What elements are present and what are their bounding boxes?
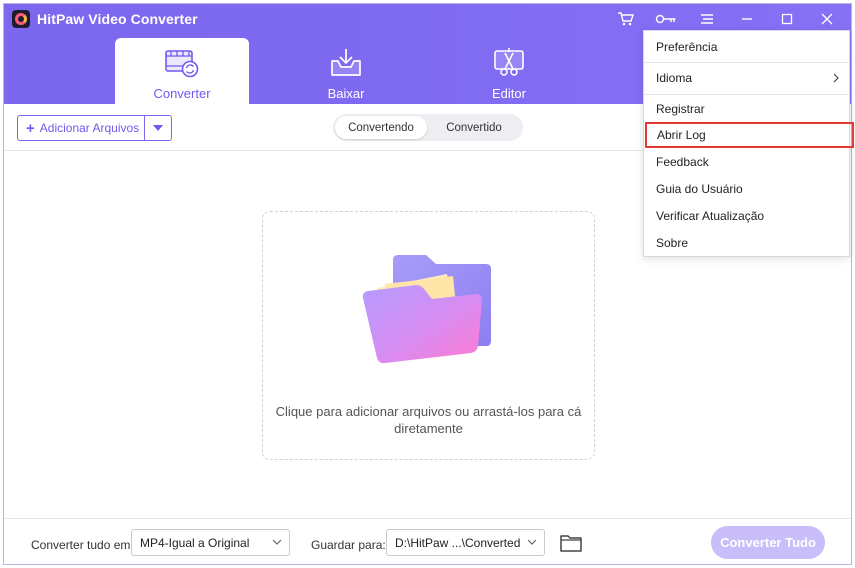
menu-item-label: Feedback (656, 155, 709, 169)
chevron-down-icon (527, 539, 537, 545)
menu-item-label: Abrir Log (657, 128, 706, 142)
menu-item-sobre[interactable]: Sobre (644, 230, 849, 256)
menu-item-label: Sobre (656, 236, 689, 250)
cart-icon[interactable] (615, 9, 637, 29)
drop-zone-text-line1: Clique para adicionar arquivos ou arrast… (275, 404, 582, 419)
film-convert-icon (164, 47, 200, 81)
maximize-icon[interactable] (776, 9, 798, 29)
menu-divider (644, 94, 849, 95)
menu-item-preferencia[interactable]: Preferência (644, 34, 849, 60)
chevron-right-icon (833, 73, 839, 83)
output-path-select[interactable]: D:\HitPaw ...\Converted (386, 529, 545, 556)
menu-item-label: Guia do Usuário (656, 182, 743, 196)
add-files-label: Adicionar Arquivos (39, 121, 140, 135)
output-path-value: D:\HitPaw ...\Converted (395, 535, 521, 550)
tab-convertido[interactable]: Convertido (427, 116, 521, 139)
menu-item-verificar-atualizacao[interactable]: Verificar Atualização (644, 203, 849, 229)
folder-illustration-icon (362, 255, 491, 364)
output-format-value: MP4-Igual a Original (140, 535, 250, 550)
add-files-button-group: + Adicionar Arquivos (17, 115, 172, 141)
tab-baixar-label: Baixar (327, 86, 365, 101)
bottom-bar: Converter tudo em: MP4-Igual a Original … (4, 518, 851, 564)
drop-zone-text: Clique para adicionar arquivos ou arrast… (263, 403, 594, 437)
menu-item-abrir-log[interactable]: Abrir Log (645, 122, 854, 148)
save-to-label: Guardar para: (311, 538, 386, 552)
app-title: HitPaw Video Converter (37, 11, 198, 27)
output-format-select[interactable]: MP4-Igual a Original (131, 529, 290, 556)
file-drop-zone[interactable]: Clique para adicionar arquivos ou arrast… (262, 211, 595, 460)
close-icon[interactable] (816, 9, 838, 29)
add-files-button[interactable]: + Adicionar Arquivos (18, 116, 145, 140)
menu-item-feedback[interactable]: Feedback (644, 149, 849, 175)
caret-down-icon (153, 125, 163, 131)
add-files-dropdown-button[interactable] (145, 116, 171, 140)
menu-item-label: Idioma (656, 71, 693, 85)
chevron-down-icon (272, 539, 282, 545)
convert-all-to-label: Converter tudo em: (31, 538, 134, 552)
tab-baixar[interactable]: Baixar (279, 38, 413, 104)
tab-converter[interactable]: Converter (115, 38, 249, 104)
drop-zone-text-line2: diretamente (394, 421, 463, 436)
menu-item-label: Preferência (656, 40, 718, 54)
tab-editor[interactable]: Editor (442, 38, 576, 104)
menu-divider (644, 62, 849, 63)
menu-icon[interactable] (696, 9, 718, 29)
tab-converter-label: Converter (153, 86, 211, 101)
menu-item-label: Verificar Atualização (656, 209, 765, 223)
convert-all-button[interactable]: Converter Tudo (711, 526, 825, 559)
download-tray-icon (329, 47, 363, 81)
tab-convertendo[interactable]: Convertendo (335, 116, 427, 139)
scissors-edit-icon (492, 47, 526, 81)
minimize-icon[interactable] (736, 9, 758, 29)
open-folder-icon[interactable] (559, 533, 583, 553)
menu-item-registrar[interactable]: Registrar (644, 96, 849, 122)
status-segmented-control: Convertendo Convertido (333, 114, 523, 141)
menu-item-guia-do-usuario[interactable]: Guia do Usuário (644, 176, 849, 202)
menu-item-idioma[interactable]: Idioma (644, 65, 849, 91)
menu-item-label: Registrar (656, 102, 705, 116)
key-icon[interactable] (655, 9, 677, 29)
app-logo-icon (12, 10, 30, 28)
tab-editor-label: Editor (492, 86, 526, 101)
settings-dropdown-menu: Preferência Idioma Registrar Abrir Log F… (643, 30, 854, 257)
plus-icon: + (26, 119, 35, 137)
